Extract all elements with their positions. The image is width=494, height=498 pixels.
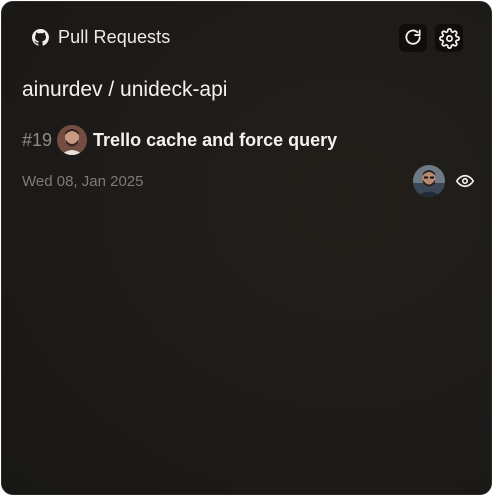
pull-requests-widget: Pull Requests ainurdev / unideck-api #19 [1, 1, 492, 495]
pr-date: Wed 08, Jan 2025 [22, 173, 144, 190]
gear-icon [438, 27, 460, 49]
pr-number: #19 [22, 129, 53, 150]
widget-header: Pull Requests [2, 2, 491, 76]
refresh-button[interactable] [399, 24, 427, 52]
author-avatar [57, 125, 88, 155]
eye-icon [455, 174, 475, 188]
github-icon [32, 29, 49, 46]
reviewer-avatar [413, 165, 445, 197]
widget-title: Pull Requests [58, 27, 171, 47]
settings-button[interactable] [435, 24, 463, 52]
pr-title: Trello cache and force query [93, 129, 338, 150]
repo-name[interactable]: ainurdev / unideck-api [22, 78, 227, 102]
view-button[interactable] [453, 170, 477, 192]
refresh-icon [405, 29, 421, 45]
pull-request-row[interactable]: #19 Trello cache and force query [22, 124, 337, 156]
